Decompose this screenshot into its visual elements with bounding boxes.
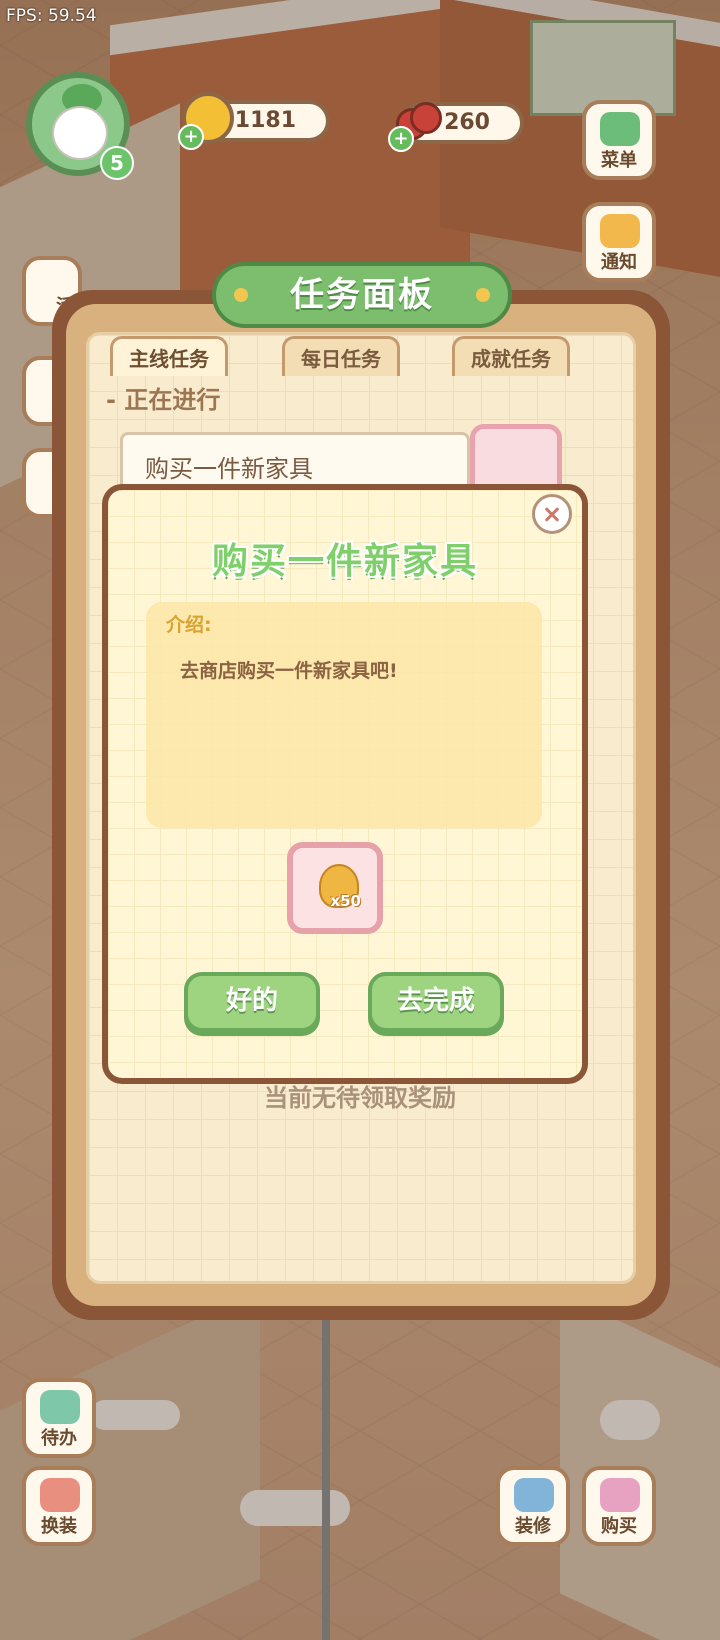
add-coins-button[interactable]: +	[178, 124, 204, 150]
dialog-title: 购买一件新家具	[211, 541, 478, 582]
go-complete-button[interactable]: 去完成	[368, 972, 504, 1032]
close-icon[interactable]	[532, 494, 572, 534]
shopping-bag-icon	[600, 1478, 640, 1512]
reward-quantity: x50	[330, 892, 361, 910]
description-text: 去商店购买一件新家具吧!	[180, 660, 398, 682]
flower-icon	[476, 288, 490, 302]
reward-item[interactable]: x50	[287, 842, 383, 934]
task-board-title: 任务面板	[212, 262, 512, 328]
bell-icon	[600, 214, 640, 248]
tab-main-quests[interactable]: 主线任务	[110, 336, 228, 376]
duck-face-icon	[52, 106, 108, 160]
shop-button[interactable]: 购买	[582, 1466, 656, 1546]
task-title: 购买一件新家具	[145, 455, 313, 483]
coin-amount: 1181	[234, 108, 296, 133]
fps-counter: FPS: 59.54	[6, 6, 97, 26]
menu-button[interactable]: 菜单	[582, 100, 656, 180]
flower-icon	[234, 288, 248, 302]
todo-button[interactable]: 待办	[22, 1378, 96, 1458]
hammer-icon	[514, 1478, 554, 1512]
dress-up-button[interactable]: 换装	[22, 1466, 96, 1546]
cherry-amount: 260	[444, 110, 490, 135]
description-label: 介绍:	[166, 614, 212, 636]
checklist-icon	[40, 1390, 80, 1424]
menu-icon	[600, 112, 640, 146]
cherry-counter[interactable]: + 260	[388, 102, 524, 152]
add-cherries-button[interactable]: +	[388, 126, 414, 152]
tab-achievements[interactable]: 成就任务	[452, 336, 570, 376]
ok-button[interactable]: 好的	[184, 972, 320, 1032]
coin-counter[interactable]: + 1181	[178, 92, 330, 150]
decorate-button[interactable]: 装修	[496, 1466, 570, 1546]
player-level-badge: 5	[100, 146, 134, 180]
notice-button[interactable]: 通知	[582, 202, 656, 282]
in-progress-header: - 正在进行	[106, 386, 221, 414]
clothes-icon	[40, 1478, 80, 1512]
tab-daily-quests[interactable]: 每日任务	[282, 336, 400, 376]
